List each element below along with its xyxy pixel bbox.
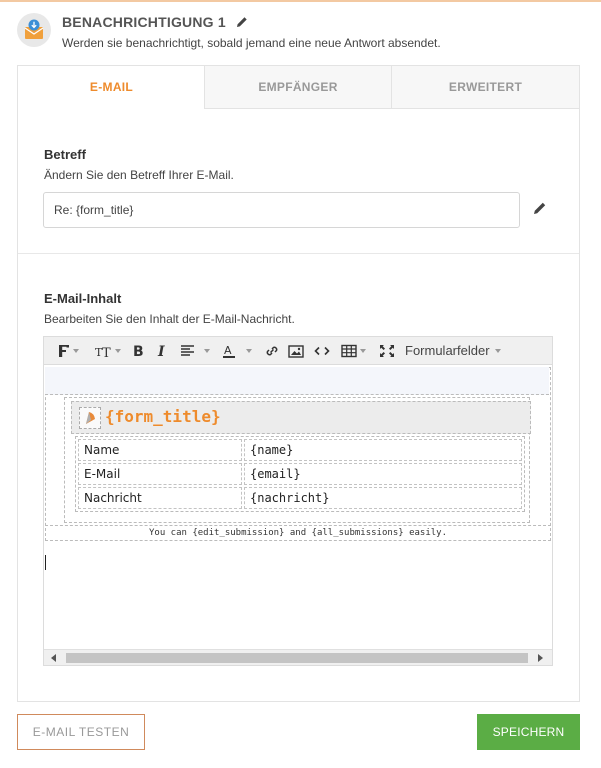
subject-input[interactable] bbox=[43, 192, 520, 228]
tab-advanced[interactable]: ERWEITERT bbox=[391, 66, 579, 109]
scrollbar-thumb[interactable] bbox=[66, 653, 528, 663]
scroll-right-arrow-icon[interactable] bbox=[538, 654, 543, 662]
top-accent-line bbox=[0, 0, 601, 2]
notification-title: BENACHRICHTIGUNG 1 bbox=[62, 14, 248, 31]
subject-label: Betreff bbox=[44, 147, 86, 162]
field-value: {name} bbox=[244, 439, 522, 461]
svg-text:I: I bbox=[157, 344, 165, 358]
svg-text:B: B bbox=[133, 344, 144, 358]
section-divider bbox=[18, 253, 579, 254]
scroll-left-arrow-icon[interactable] bbox=[51, 654, 56, 662]
content-description: Bearbeiten Sie den Inhalt der E-Mail-Nac… bbox=[44, 312, 295, 326]
form-logo-icon bbox=[79, 407, 101, 429]
table-row: Name {name} bbox=[78, 439, 522, 461]
notification-header: BENACHRICHTIGUNG 1 Werden sie benachrich… bbox=[17, 13, 587, 53]
font-size-button[interactable]: TT bbox=[95, 337, 123, 365]
insert-image-button[interactable] bbox=[288, 337, 304, 365]
edit-subject-pencil-icon[interactable] bbox=[533, 201, 547, 220]
field-value: {email} bbox=[244, 463, 522, 485]
email-top-band bbox=[45, 367, 549, 395]
font-size-caret-icon bbox=[115, 349, 121, 353]
field-label: Name bbox=[78, 439, 242, 461]
field-label: Nachricht bbox=[78, 487, 242, 509]
submission-data-table: Name {name} E-Mail {email} Nachricht {na… bbox=[75, 436, 525, 512]
insert-link-button[interactable] bbox=[264, 337, 280, 365]
field-value: {nachricht} bbox=[244, 487, 522, 509]
edit-title-pencil-icon[interactable] bbox=[236, 15, 248, 31]
italic-button[interactable]: I bbox=[156, 337, 170, 365]
form-fields-dropdown[interactable]: Formularfelder bbox=[405, 337, 505, 365]
form-title-placeholder: {form_title} bbox=[105, 407, 221, 426]
field-label: E-Mail bbox=[78, 463, 242, 485]
table-row: E-Mail {email} bbox=[78, 463, 522, 485]
subject-description: Ändern Sie den Betreff Ihrer E-Mail. bbox=[44, 168, 234, 182]
email-notification-icon bbox=[17, 13, 51, 47]
horizontal-scrollbar[interactable] bbox=[44, 649, 552, 665]
editor-content-area[interactable]: {form_title} Name {name} E-Mail {email} … bbox=[44, 366, 552, 651]
table-row: Nachricht {nachricht} bbox=[78, 487, 522, 509]
svg-text:T: T bbox=[102, 346, 111, 358]
text-color-button[interactable]: A bbox=[222, 337, 254, 365]
tab-email[interactable]: E-MAIL bbox=[18, 66, 205, 109]
insert-table-button[interactable] bbox=[341, 337, 369, 365]
rich-text-editor: TT B I A Formularfelder {form_title} Nam… bbox=[43, 336, 553, 666]
form-fields-caret-icon bbox=[495, 349, 501, 353]
font-family-caret-icon bbox=[73, 349, 79, 353]
form-fields-label: Formularfelder bbox=[405, 343, 490, 358]
bold-button[interactable]: B bbox=[132, 337, 146, 365]
text-cursor bbox=[45, 555, 46, 570]
save-button[interactable]: SPEICHERN bbox=[477, 714, 580, 750]
align-button[interactable] bbox=[180, 337, 212, 365]
content-label: E-Mail-Inhalt bbox=[44, 291, 122, 306]
form-header-block: {form_title} bbox=[71, 401, 531, 434]
notification-description: Werden sie benachrichtigt, sobald jemand… bbox=[62, 36, 441, 50]
font-family-button[interactable] bbox=[58, 337, 82, 365]
code-view-button[interactable] bbox=[314, 337, 330, 365]
notification-settings-card: E-MAIL EMPFÄNGER ERWEITERT Betreff Änder… bbox=[17, 65, 580, 702]
test-email-button[interactable]: E-MAIL TESTEN bbox=[17, 714, 145, 750]
insert-table-caret-icon bbox=[360, 349, 366, 353]
tab-recipients[interactable]: EMPFÄNGER bbox=[204, 66, 391, 109]
email-footer-note: You can {edit_submission} and {all_submi… bbox=[45, 525, 551, 541]
svg-text:A: A bbox=[224, 344, 232, 357]
fullscreen-button[interactable] bbox=[379, 337, 395, 365]
tab-bar: E-MAIL EMPFÄNGER ERWEITERT bbox=[18, 66, 579, 109]
align-caret-icon bbox=[204, 349, 210, 353]
text-color-caret-icon bbox=[246, 349, 252, 353]
editor-toolbar: TT B I A Formularfelder bbox=[44, 337, 552, 365]
notification-title-text: BENACHRICHTIGUNG 1 bbox=[62, 14, 226, 30]
